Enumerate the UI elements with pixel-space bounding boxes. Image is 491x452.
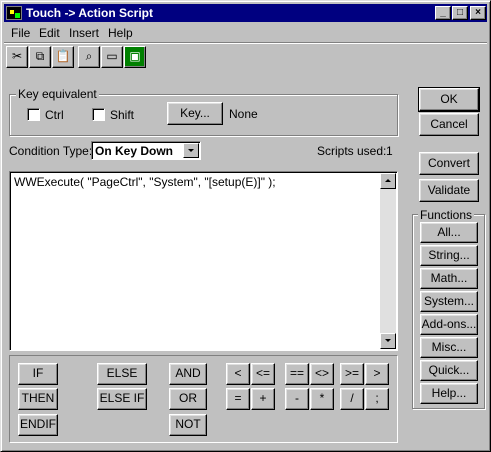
op-semicolon-button[interactable]: ;	[365, 388, 389, 410]
function-addons-button[interactable]: Add-ons...	[420, 314, 478, 335]
function-quick-button[interactable]: Quick...	[420, 360, 478, 381]
op-gt-button[interactable]: >	[365, 363, 389, 385]
ctrl-label: Ctrl	[45, 108, 64, 122]
script-text[interactable]: WWExecute( "PageCtrl", "System", "[setup…	[14, 175, 276, 189]
toolbar-separator	[4, 42, 487, 44]
scripts-used-value: 1	[386, 144, 393, 158]
menu-edit[interactable]: Edit	[39, 26, 60, 40]
title-bar[interactable]: Touch -> Action Script _ □ ×	[4, 4, 487, 22]
function-string-button[interactable]: String...	[420, 245, 478, 266]
op-multiply-button[interactable]: *	[310, 388, 334, 410]
scripts-used-label: Scripts used:	[317, 144, 387, 158]
op-then-button[interactable]: THEN	[18, 388, 58, 410]
convert-button[interactable]: Convert	[419, 152, 479, 175]
minimize-button[interactable]: _	[435, 6, 451, 20]
condition-type-label: Condition Type:	[9, 144, 93, 158]
functions-label: Functions	[418, 208, 475, 222]
condition-type-value: On Key Down	[95, 144, 174, 158]
scroll-down-button[interactable]	[380, 333, 396, 349]
op-ge-button[interactable]: >=	[340, 363, 364, 385]
cancel-button[interactable]: Cancel	[419, 113, 479, 136]
op-elseif-button[interactable]: ELSE IF	[97, 388, 147, 410]
function-all-button[interactable]: All...	[420, 222, 478, 243]
ok-button[interactable]: OK	[418, 87, 480, 112]
app-icon	[6, 6, 22, 20]
cut-icon: ✂	[11, 49, 23, 63]
maximize-button[interactable]: □	[452, 6, 468, 20]
key-value: None	[229, 107, 258, 121]
key-button[interactable]: Key...	[167, 102, 223, 125]
function-math-button[interactable]: Math...	[420, 268, 478, 289]
op-not-button[interactable]: NOT	[169, 414, 207, 436]
op-endif-button[interactable]: ENDIF	[18, 414, 58, 436]
find-button[interactable]: ⌕	[78, 46, 100, 68]
script-icon: ▣	[129, 49, 141, 63]
key-equivalent-label: Key equivalent	[16, 87, 99, 101]
copy-button[interactable]: ⧉	[29, 46, 51, 68]
script-editor[interactable]: WWExecute( "PageCtrl", "System", "[setup…	[9, 171, 398, 351]
ctrl-checkbox[interactable]	[27, 108, 40, 121]
close-button[interactable]: ×	[470, 6, 486, 20]
copy-icon: ⧉	[35, 49, 45, 63]
action-script-window: Touch -> Action Script _ □ × File Edit I…	[0, 0, 491, 452]
find-icon: ⌕	[85, 49, 93, 63]
cut-button[interactable]: ✂	[6, 46, 28, 68]
window-icon: ▭	[106, 49, 118, 63]
op-ne-button[interactable]: <>	[310, 363, 334, 385]
op-else-button[interactable]: ELSE	[97, 363, 147, 385]
op-assign-button[interactable]: =	[226, 388, 250, 410]
menu-help[interactable]: Help	[108, 26, 133, 40]
shift-checkbox[interactable]	[92, 108, 105, 121]
window-title: Touch -> Action Script	[26, 6, 154, 20]
op-plus-button[interactable]: +	[251, 388, 275, 410]
op-divide-button[interactable]: /	[340, 388, 364, 410]
menu-insert[interactable]: Insert	[69, 26, 99, 40]
op-and-button[interactable]: AND	[169, 363, 207, 385]
menu-file[interactable]: File	[11, 26, 30, 40]
op-if-button[interactable]: IF	[18, 363, 58, 385]
op-eq-button[interactable]: ==	[285, 363, 309, 385]
function-help-button[interactable]: Help...	[420, 383, 478, 404]
function-system-button[interactable]: System...	[420, 291, 478, 312]
chevron-down-icon[interactable]	[183, 143, 199, 158]
op-le-button[interactable]: <=	[251, 363, 275, 385]
op-or-button[interactable]: OR	[169, 388, 207, 410]
scroll-up-button[interactable]	[380, 173, 396, 189]
op-minus-button[interactable]: -	[285, 388, 309, 410]
shift-label: Shift	[110, 108, 135, 122]
paste-button[interactable]: 📋	[52, 46, 74, 68]
vertical-scrollbar[interactable]	[380, 173, 396, 349]
function-misc-button[interactable]: Misc...	[420, 337, 478, 358]
op-lt-button[interactable]: <	[226, 363, 250, 385]
validate-button[interactable]: Validate	[419, 179, 479, 202]
paste-icon: 📋	[55, 49, 71, 63]
condition-type-select[interactable]: On Key Down	[91, 141, 201, 160]
window-button[interactable]: ▭	[101, 46, 123, 68]
script-button[interactable]: ▣	[124, 46, 146, 68]
